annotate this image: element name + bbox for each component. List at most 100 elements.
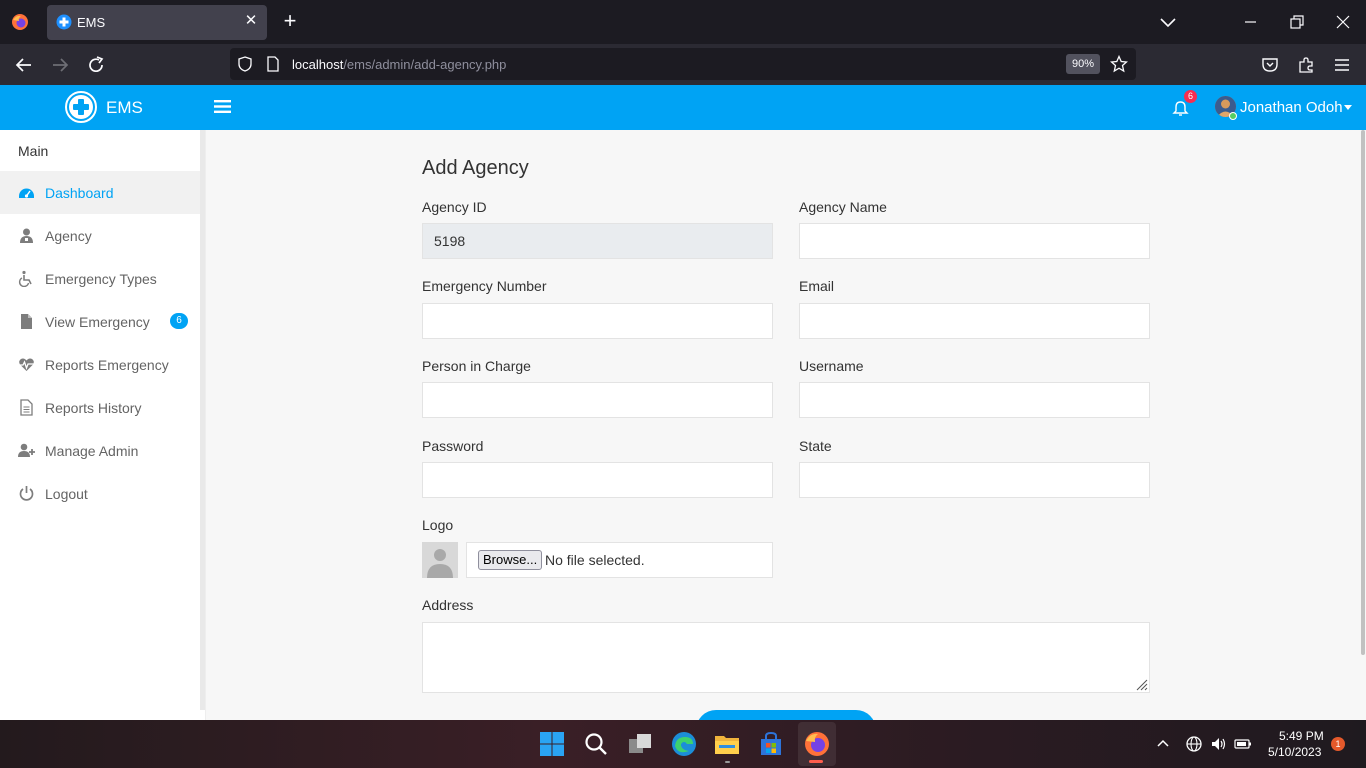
url-text[interactable]: localhost/ems/admin/add-agency.php	[292, 57, 506, 72]
notification-bell-icon[interactable]	[1172, 100, 1189, 117]
restore-icon[interactable]	[1285, 10, 1309, 34]
notification-count-badge: 6	[1184, 90, 1197, 103]
password-label: Password	[422, 438, 484, 454]
firefox-taskbar-icon[interactable]	[803, 730, 831, 758]
agency-id-field[interactable]	[422, 223, 773, 259]
state-field[interactable]	[799, 462, 1150, 498]
person-in-charge-label: Person in Charge	[422, 358, 531, 374]
sidebar-item-reports-emergency[interactable]: Reports Emergency	[0, 343, 200, 386]
app-menu-icon[interactable]	[1333, 56, 1351, 74]
app-header: EMS 6 Jonathan Odoh	[0, 85, 1366, 130]
browser-tab-ems[interactable]: EMS ✕	[47, 5, 267, 40]
bookmark-star-icon[interactable]	[1110, 55, 1128, 73]
firefox-menu-icon[interactable]	[11, 13, 29, 31]
wheelchair-icon	[18, 270, 32, 287]
sidebar-item-label: View Emergency	[45, 314, 150, 330]
extensions-icon[interactable]	[1297, 56, 1315, 74]
sidebar-item-emergency-types[interactable]: Emergency Types	[0, 257, 200, 300]
tab-title: EMS	[77, 15, 106, 30]
microsoft-store-icon[interactable]	[757, 730, 785, 758]
email-label: Email	[799, 278, 835, 294]
logo-file-input[interactable]: Browse... No file selected.	[466, 542, 773, 578]
forward-arrow-icon[interactable]	[47, 52, 73, 78]
sidebar-item-dashboard[interactable]: Dashboard	[0, 171, 200, 214]
username-field[interactable]	[799, 382, 1150, 418]
logo-preview	[422, 542, 458, 578]
start-windows-icon[interactable]	[538, 730, 566, 758]
user-menu-caret-icon[interactable]	[1344, 105, 1352, 110]
tab-close-icon[interactable]: ✕	[243, 13, 259, 29]
page-scrollbar[interactable]	[1361, 130, 1365, 655]
network-globe-icon[interactable]	[1185, 735, 1203, 753]
edge-browser-icon[interactable]	[670, 730, 698, 758]
user-name[interactable]: Jonathan Odoh	[1240, 99, 1343, 116]
sidebar-item-label: Dashboard	[45, 185, 114, 201]
notification-center-badge[interactable]: 1	[1331, 737, 1345, 751]
dashboard-icon	[19, 188, 34, 198]
firefox-running-indicator	[809, 760, 823, 763]
placeholder-user-icon	[427, 549, 453, 578]
back-arrow-icon[interactable]	[11, 52, 37, 78]
sidebar-item-label: Reports Emergency	[45, 357, 169, 373]
sidebar-item-label: Manage Admin	[45, 443, 139, 459]
state-label: State	[799, 438, 832, 454]
search-icon[interactable]	[582, 730, 610, 758]
sidebar-item-reports-history[interactable]: Reports History	[0, 386, 200, 429]
tab-list-chevron-icon[interactable]	[1156, 10, 1180, 34]
sidebar-scrollbar[interactable]	[200, 130, 205, 710]
sidebar-item-manage-admin[interactable]: Manage Admin	[0, 429, 200, 472]
volume-icon[interactable]	[1210, 735, 1228, 753]
email-field[interactable]	[799, 303, 1150, 339]
brand-name[interactable]: EMS	[106, 98, 143, 118]
address-field[interactable]	[422, 622, 1150, 693]
sidebar-toggle-icon[interactable]	[214, 99, 231, 114]
show-hidden-icons-chevron-icon[interactable]	[1154, 735, 1172, 753]
close-window-icon[interactable]	[1331, 10, 1355, 34]
explorer-running-indicator	[725, 761, 730, 763]
sidebar-item-logout[interactable]: Logout	[0, 472, 200, 515]
user-plus-icon	[18, 443, 35, 457]
resize-grip-icon[interactable]	[1134, 677, 1148, 691]
sidebar-item-label: Reports History	[45, 400, 142, 416]
minimize-icon[interactable]	[1239, 10, 1263, 34]
pocket-icon[interactable]	[1261, 56, 1279, 74]
sidebar-item-view-emergency[interactable]: View Emergency 6	[0, 300, 200, 343]
new-tab-icon[interactable]: +	[280, 10, 300, 32]
person-in-charge-field[interactable]	[422, 382, 773, 418]
file-explorer-icon[interactable]	[713, 730, 741, 758]
emergency-number-field[interactable]	[422, 303, 773, 339]
ems-logo-icon[interactable]	[65, 91, 97, 123]
page-title: Add Agency	[422, 157, 529, 179]
logo-label: Logo	[422, 517, 454, 533]
emergency-number-label: Emergency Number	[422, 278, 547, 294]
address-bar[interactable]: localhost/ems/admin/add-agency.php 90%	[230, 48, 1136, 80]
shield-icon[interactable]	[237, 56, 253, 72]
username-label: Username	[799, 358, 864, 374]
clock-time[interactable]: 5:49 PM	[1279, 729, 1324, 743]
browser-tab-bar: EMS ✕ +	[0, 0, 1366, 44]
battery-icon[interactable]	[1234, 735, 1252, 753]
online-status-dot	[1229, 112, 1237, 120]
browse-button[interactable]: Browse...	[478, 550, 543, 570]
windows-taskbar	[0, 720, 1366, 768]
sidebar-section-title: Main	[18, 143, 49, 159]
sidebar-item-label: Agency	[45, 228, 92, 244]
sidebar-item-agency[interactable]: Agency	[0, 214, 200, 257]
page-info-icon[interactable]	[266, 56, 280, 72]
view-emergency-count-badge: 6	[170, 313, 188, 329]
task-view-icon[interactable]	[626, 730, 654, 758]
file-icon	[21, 314, 32, 329]
ems-favicon-icon	[56, 14, 72, 30]
agency-name-label: Agency Name	[799, 199, 887, 215]
file-status-text: No file selected.	[545, 552, 645, 568]
address-label: Address	[422, 597, 474, 613]
browser-nav-bar: localhost/ems/admin/add-agency.php 90%	[0, 44, 1366, 85]
sidebar-item-label: Emergency Types	[45, 271, 157, 287]
agency-name-field[interactable]	[799, 223, 1150, 259]
zoom-level[interactable]: 90%	[1066, 54, 1100, 74]
clock-date[interactable]: 5/10/2023	[1268, 745, 1321, 759]
reload-icon[interactable]	[83, 52, 109, 78]
sidebar: Main Dashboard Agency Emergency Types Vi…	[0, 130, 206, 720]
password-field[interactable]	[422, 462, 773, 498]
power-icon	[19, 486, 34, 501]
